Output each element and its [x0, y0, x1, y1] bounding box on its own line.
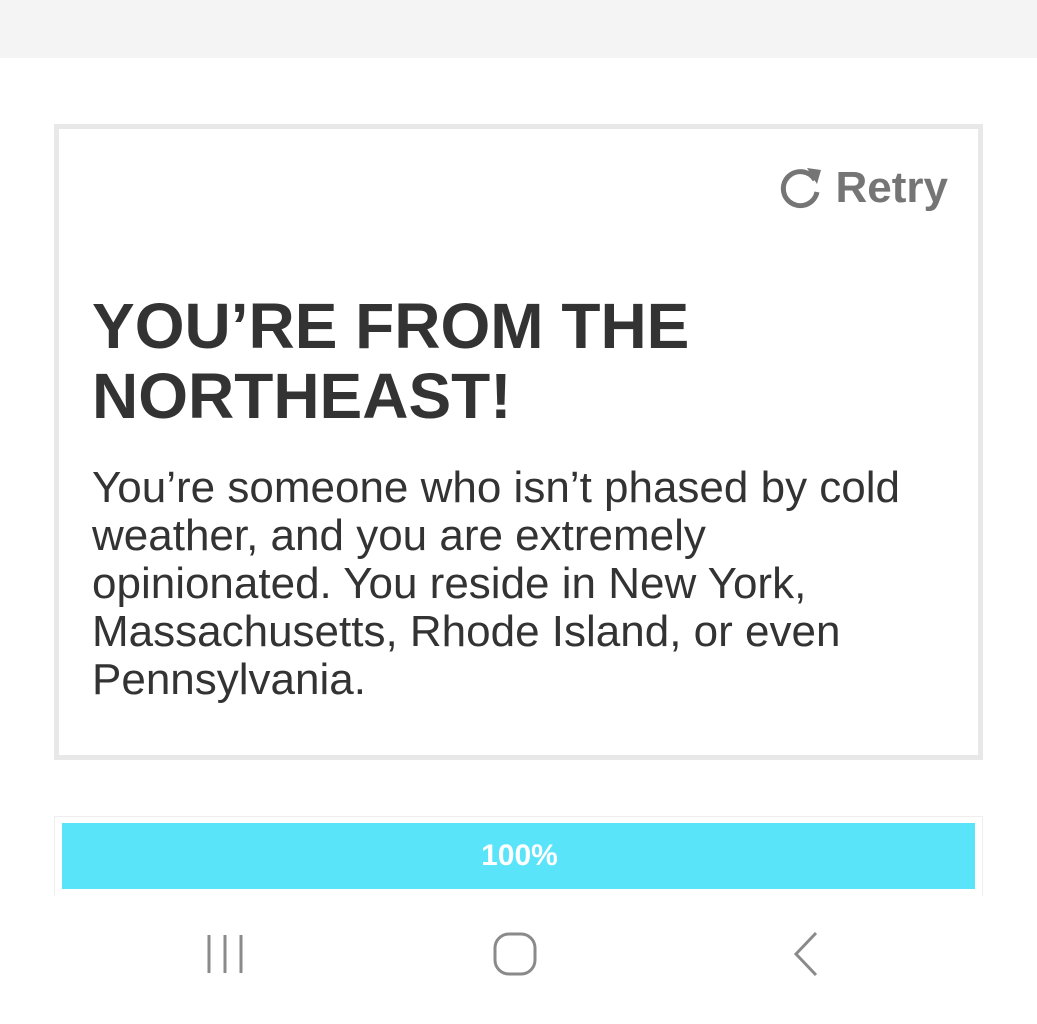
result-title: YOU’RE FROM THE NORTHEAST!	[92, 290, 690, 432]
recent-apps-icon	[200, 929, 250, 984]
home-button[interactable]	[475, 926, 555, 986]
refresh-icon	[776, 163, 826, 213]
progress-label: 100%	[481, 839, 558, 872]
top-status-bar	[0, 0, 1037, 58]
system-navigation-bar	[0, 896, 1037, 1024]
recent-apps-button[interactable]	[185, 926, 265, 986]
retry-button[interactable]: Retry	[776, 163, 949, 213]
retry-label: Retry	[835, 163, 949, 212]
home-icon	[490, 929, 540, 984]
back-button[interactable]	[765, 926, 845, 986]
quiz-result-card: Retry YOU’RE FROM THE NORTHEAST! You’re …	[54, 124, 983, 760]
back-icon	[780, 929, 830, 984]
quiz-progress-bar: 100%	[54, 816, 983, 896]
result-description: You’re someone who isn’t phased by cold …	[92, 463, 901, 704]
